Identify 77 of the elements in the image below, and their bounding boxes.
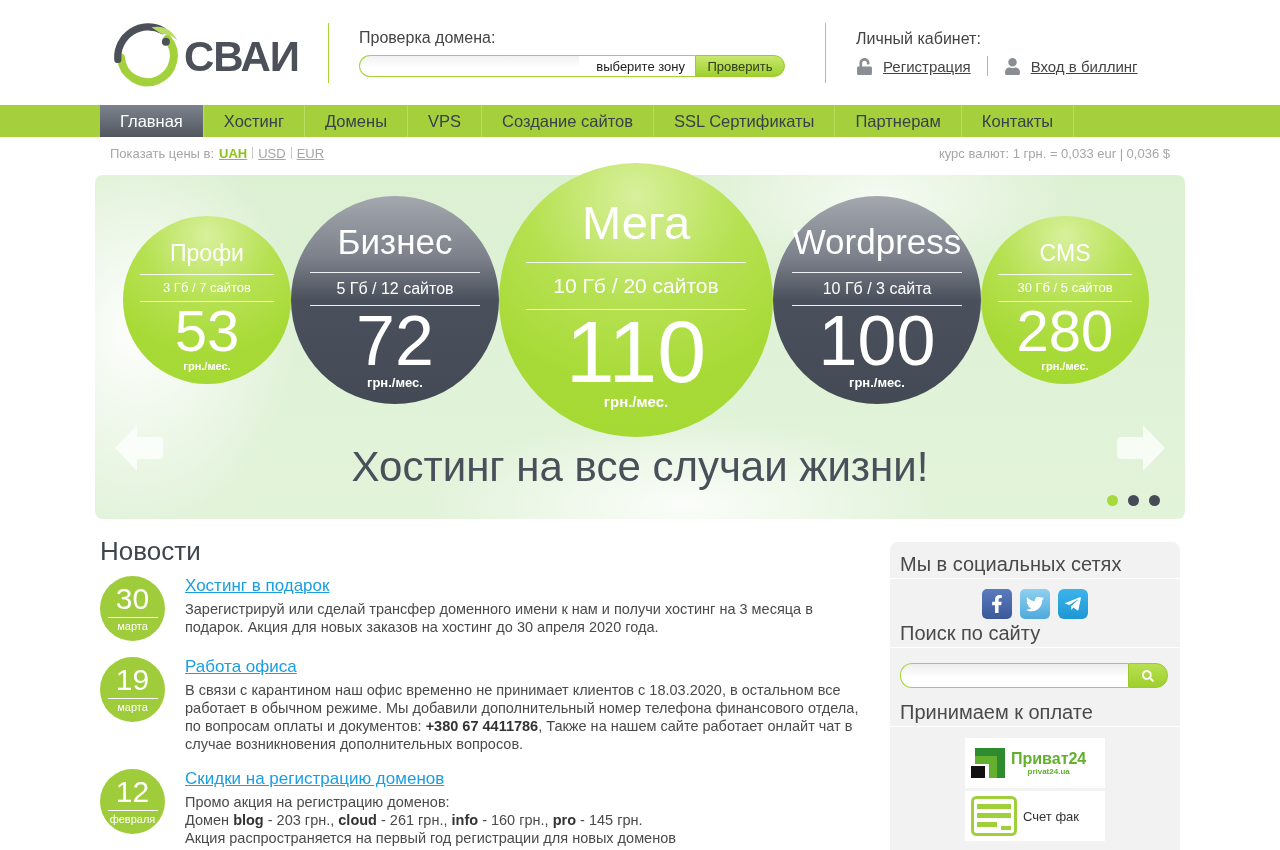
arrow-right-icon — [1117, 425, 1165, 471]
payment-label: Счет фак — [1023, 808, 1079, 824]
nav-tab[interactable]: SSL Сертификаты — [654, 105, 836, 137]
news-text: В связи с карантином наш офис временно не принимает клиентов с 18.03.2020, в остальном все работает в обычном режиме. Мы добавили дополнительный номер телефона финансового отдела, по вопросам оплаты и документов: +380 67 4411786, Также на нашем сайте работает онлайт чат в случае возникновения дополнительных вопросов. — [185, 681, 860, 753]
search-icon — [1142, 669, 1154, 682]
plan-spec: 5 Гб / 12 сайтов — [336, 279, 454, 299]
nav-tab[interactable]: Создание сайтов — [482, 105, 654, 137]
plan-unit: грн./мес. — [367, 376, 423, 390]
facebook-icon[interactable] — [982, 589, 1012, 619]
plan-name: CMS — [1039, 239, 1091, 268]
slide-dot[interactable] — [1149, 495, 1160, 506]
date-day: 12 — [115, 777, 150, 807]
plan-price: 72 — [356, 306, 434, 376]
account-link[interactable]: Вход в биллинг — [1030, 57, 1138, 75]
nav-tab[interactable]: Контакты — [961, 105, 1075, 137]
plan-price: 280 — [1016, 302, 1114, 360]
plan-name: Мега — [581, 196, 691, 250]
logo-caption: privat24.ua — [1027, 767, 1070, 776]
sidebar-heading: Принимаем к оплате — [890, 688, 1180, 727]
plan-unit: грн./мес. — [1041, 360, 1089, 372]
plan-price: 110 — [565, 310, 707, 394]
news-title-link[interactable]: Хостинг в подарок — [185, 576, 330, 596]
account-link[interactable]: Регистрация — [883, 57, 971, 75]
arrow-left-icon — [115, 425, 163, 471]
zone-select[interactable]: выберите зону — [579, 55, 695, 77]
plan-unit: грн./мес. — [183, 360, 231, 372]
plan-unit: грн./мес. — [849, 376, 905, 390]
slide-dot[interactable] — [1128, 495, 1139, 506]
domain-input[interactable] — [359, 55, 579, 77]
date-day: 30 — [115, 584, 150, 614]
exchange-rate: курс валют: 1 грн. = 0,033 eur | 0,036 $ — [938, 145, 1170, 161]
plan-name: Бизнес — [337, 222, 453, 262]
telegram-icon[interactable] — [1058, 589, 1088, 619]
sidebar-heading: Поиск по сайту — [890, 619, 1180, 648]
date-month: марта — [117, 700, 148, 714]
plan-circle[interactable]: Wordpress 10 Гб / 3 сайта 100 грн./мес. — [773, 196, 981, 404]
news-text: Зарегистрируй или сделай трансфер доменного имени к нам и получи хостинг на 3 месяца в подарок. Акция для новых заказов на хостинг до 30 апреля 2020 года. — [185, 600, 814, 636]
plan-unit: грн./мес. — [603, 394, 669, 410]
plan-name: Профи — [170, 239, 244, 268]
logo-text: СВАИ — [183, 32, 299, 81]
nav-tab[interactable]: Хостинг — [203, 105, 305, 137]
twitter-icon[interactable] — [1020, 589, 1050, 619]
plan-spec: 30 Гб / 5 сайтов — [1017, 279, 1113, 297]
user-icon — [1003, 57, 1021, 75]
domain-check-label: Проверка домена: — [359, 28, 496, 48]
search-field[interactable] — [900, 663, 1128, 688]
news-title-link[interactable]: Работа офиса — [185, 657, 297, 677]
nav-tab[interactable]: VPS — [408, 105, 483, 137]
plan-spec: 10 Гб / 3 сайта — [822, 279, 932, 299]
nav-tab[interactable]: Домены — [304, 105, 408, 137]
banner-tagline: Хостинг на все случаи жизни! — [351, 442, 929, 492]
sidebar-heading: Мы в социальных сетях — [890, 542, 1180, 579]
plan-circle[interactable]: Бизнес 5 Гб / 12 сайтов 72 грн./мес. — [291, 196, 499, 404]
search-button[interactable] — [1128, 663, 1168, 688]
account-label: Личный кабинет: — [856, 29, 981, 49]
date-day: 19 — [115, 665, 150, 695]
date-month: февраля — [109, 812, 156, 826]
logo-mark-icon — [971, 748, 1005, 778]
news-text: Промо акция на регистрацию доменов: Домен blog - 203 грн., cloud - 261 грн., info - 160 грн., pro - 145 грн. Акция распространяется на первый год регистрации для новых доменов — [185, 793, 676, 847]
logo-text: Приват24 — [1011, 750, 1087, 767]
check-button[interactable]: Проверить — [695, 55, 785, 77]
previous-slide-button[interactable] — [115, 425, 163, 471]
currency-label: Показать цены в: — [110, 145, 215, 161]
plan-spec: 10 Гб / 20 сайтов — [553, 273, 719, 299]
slide-dot[interactable] — [1107, 495, 1118, 506]
padlock-icon — [856, 57, 873, 75]
nav-tab[interactable]: Партнерам — [835, 105, 962, 137]
plan-spec: 3 Гб / 7 сайтов — [163, 279, 251, 297]
next-slide-button[interactable] — [1117, 425, 1165, 471]
nav-tab[interactable]: Главная — [100, 105, 204, 137]
news-title-link[interactable]: Скидки на регистрацию доменов — [185, 769, 445, 789]
plan-price: 100 — [818, 306, 936, 376]
news-heading: Новости — [100, 536, 201, 566]
plan-name: Wordpress — [792, 222, 962, 262]
invoice-icon — [971, 796, 1017, 836]
plan-price: 53 — [174, 302, 240, 360]
date-month: марта — [117, 619, 148, 633]
